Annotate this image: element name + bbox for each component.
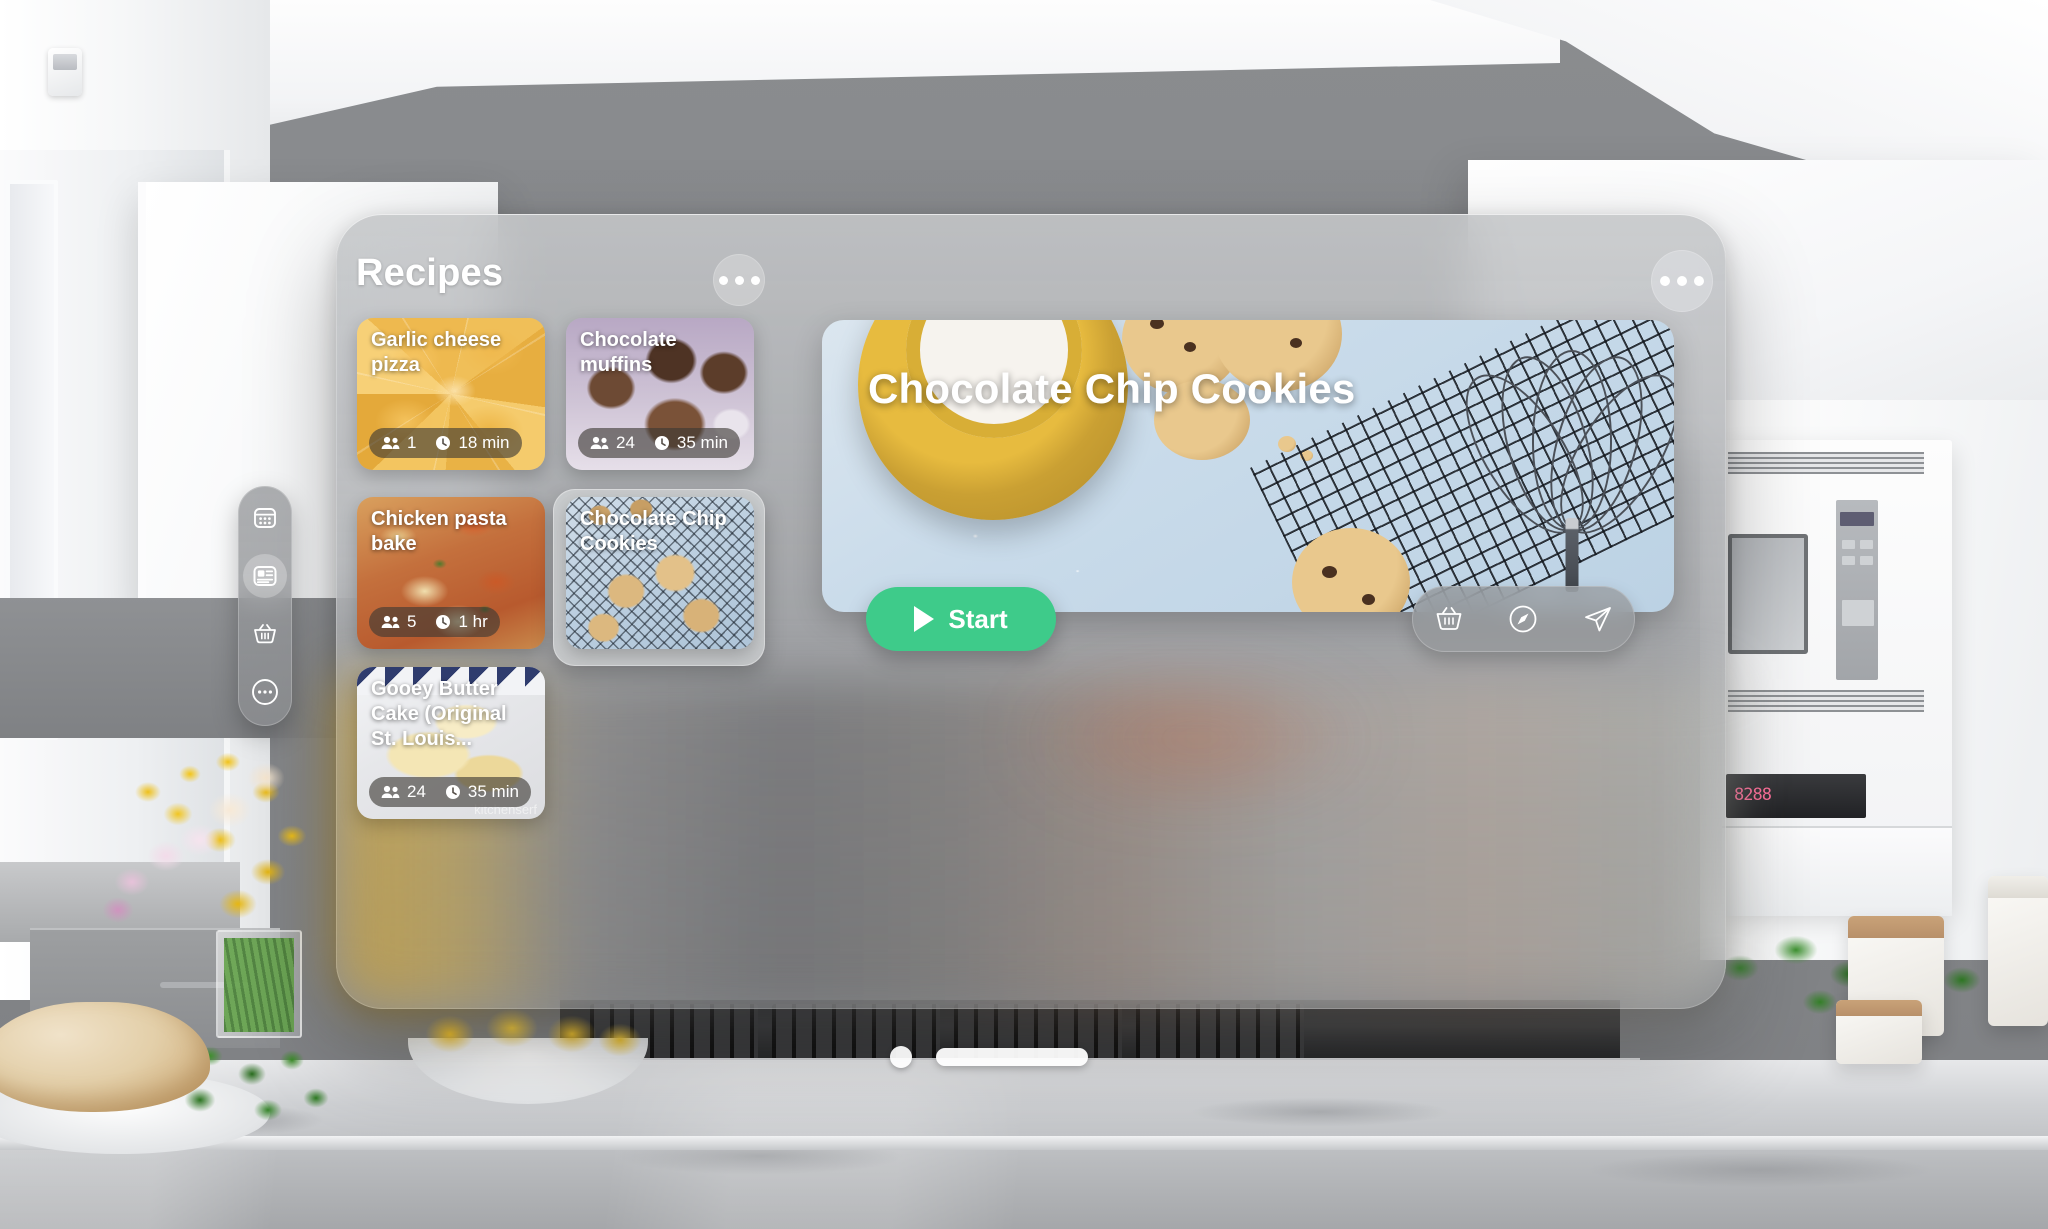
recipe-servings: 24 <box>407 782 426 801</box>
microwave-window <box>1728 534 1808 654</box>
microwave-button <box>1842 540 1855 549</box>
microwave-button <box>1842 556 1855 565</box>
recipe-servings: 24 <box>616 433 635 452</box>
canister-small <box>1836 1000 1922 1064</box>
recipe-time: 35 min <box>467 782 519 801</box>
burner-grate <box>772 1004 940 1060</box>
bread-loaf <box>0 1002 210 1112</box>
recipe-time: 18 min <box>458 433 510 452</box>
play-icon <box>914 606 935 632</box>
microwave-keypad <box>1842 600 1874 626</box>
recipe-card[interactable]: Chocolate muffins 24 35 min <box>566 318 754 470</box>
recipe-servings: 1 <box>407 433 417 452</box>
app-sidebar-ornament <box>238 486 292 726</box>
vent-top <box>1728 452 1924 474</box>
clock-icon <box>654 436 669 450</box>
ellipsis-circle-icon <box>252 679 278 705</box>
recipe-card[interactable]: kitchenserf Gooey Butter Cake (Original … <box>357 667 545 819</box>
recipe-meta: 24 35 min <box>578 428 740 458</box>
recipe-card-icon <box>253 566 277 586</box>
recipe-title: Chocolate Chip Cookies <box>580 508 727 555</box>
recipe-time: 35 min <box>676 433 728 452</box>
recipe-servings: 5 <box>407 612 417 631</box>
recipe-title: Chocolate muffins <box>580 329 677 376</box>
sidebar-item-collections[interactable] <box>243 496 287 540</box>
start-button-label: Start <box>948 603 1008 634</box>
oven-door <box>1722 826 1952 916</box>
recipe-hero-image <box>822 320 1674 612</box>
recipe-meta: 1 18 min <box>369 428 522 458</box>
recipe-card[interactable]: Garlic cheese pizza 1 18 min <box>357 318 545 470</box>
people-icon <box>590 436 609 449</box>
recipe-title: Chicken pasta bake <box>371 508 507 555</box>
microwave-button <box>1860 556 1873 565</box>
people-icon <box>381 615 400 628</box>
microwave-button <box>1860 540 1873 549</box>
recipe-time: 1 hr <box>458 612 488 631</box>
ellipsis-icon <box>1694 276 1704 286</box>
page-title: Recipes <box>356 252 504 294</box>
ellipsis-icon <box>718 275 728 285</box>
recipe-detail-title: Chocolate Chip Cookies <box>868 365 1356 412</box>
clock-icon <box>436 615 451 629</box>
basket-icon <box>254 624 276 644</box>
canister-tall <box>1988 876 2048 1026</box>
recipe-card-selected[interactable]: Chocolate Chip Cookies <box>566 497 754 649</box>
whisk <box>1442 345 1674 592</box>
recipe-card[interactable]: Chicken pasta bake 5 1 hr <box>357 497 545 649</box>
share-icon[interactable] <box>1578 599 1618 639</box>
microwave-display <box>1840 512 1874 526</box>
hero-artwork <box>822 320 1674 612</box>
oven-display: 8288 <box>1734 785 1772 805</box>
glass-vase <box>216 930 302 1038</box>
recipe-meta: 24 35 min <box>369 777 531 807</box>
ellipsis-icon <box>734 275 744 285</box>
ellipsis-icon <box>1660 276 1670 286</box>
sidebar-item-groceries[interactable] <box>243 612 287 656</box>
ellipsis-icon <box>1677 276 1687 286</box>
clock-icon <box>436 436 451 450</box>
recipe-title: Gooey Butter Cake (Original St. Louis... <box>371 678 507 750</box>
wall-sensor <box>48 48 82 96</box>
start-button[interactable]: Start <box>866 587 1056 651</box>
burner-grate <box>1136 1004 1304 1060</box>
basket-icon[interactable] <box>1429 599 1469 639</box>
microwave-control-panel <box>1836 500 1878 680</box>
vent-bottom <box>1728 690 1924 712</box>
ellipsis-icon <box>750 275 760 285</box>
counter-edge <box>0 1136 2048 1150</box>
clock-icon <box>445 785 460 799</box>
recipe-meta: 5 1 hr <box>369 607 500 637</box>
people-icon <box>381 785 400 798</box>
recipe-action-bar <box>1412 586 1635 652</box>
recipe-title: Garlic cheese pizza <box>371 329 502 376</box>
people-icon <box>381 436 400 449</box>
window-resize-handle[interactable] <box>936 1048 1088 1066</box>
compass-icon[interactable] <box>1503 599 1543 639</box>
window-close-button[interactable] <box>890 1046 912 1068</box>
header-more-button[interactable] <box>713 254 765 306</box>
collections-grid-icon <box>254 508 276 528</box>
sidebar-item-recipes[interactable] <box>243 554 287 598</box>
sidebar-item-more[interactable] <box>243 670 287 714</box>
window-ornament-more-button[interactable] <box>1651 250 1713 312</box>
